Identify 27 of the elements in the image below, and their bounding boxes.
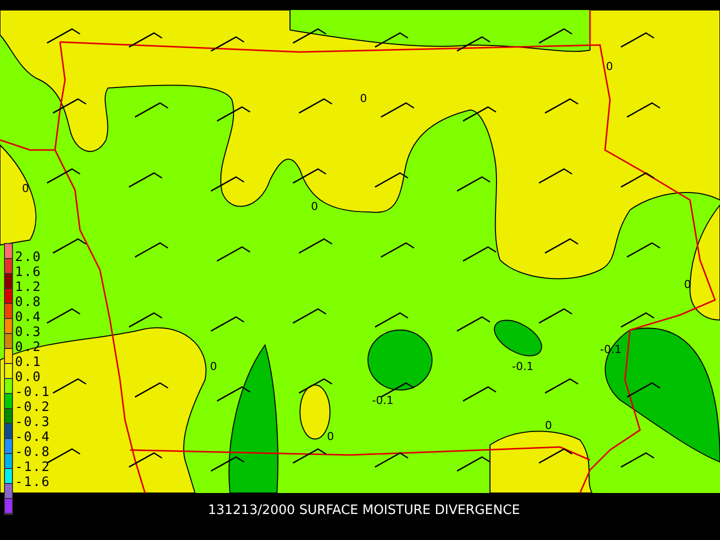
legend-label: -0.2 bbox=[15, 400, 50, 415]
contour-label: 0 bbox=[360, 92, 367, 105]
legend-label: 0.8 bbox=[15, 295, 42, 310]
legend-label: 2.0 bbox=[15, 250, 42, 265]
contour-label: 0 bbox=[22, 182, 29, 195]
legend-label: -0.8 bbox=[15, 445, 50, 460]
legend-label: 0.0 bbox=[15, 370, 42, 385]
contour-label: 0 bbox=[545, 419, 552, 432]
legend-label: -0.3 bbox=[15, 415, 50, 430]
map-caption: 131213/2000 SURFACE MOISTURE DIVERGENCE bbox=[208, 503, 520, 518]
contour-label: 0 bbox=[684, 278, 691, 291]
contour-label: 0 bbox=[210, 360, 217, 373]
legend-label: -0.4 bbox=[15, 430, 50, 445]
contour-label: -0.1 bbox=[600, 343, 622, 356]
contour-label: 0 bbox=[606, 60, 613, 73]
contour-label: -0.1 bbox=[512, 360, 534, 373]
legend-label: 0.1 bbox=[15, 355, 42, 370]
contour-label: 0 bbox=[311, 200, 318, 213]
legend-label: -1.6 bbox=[15, 475, 50, 490]
contour-label: -0.1 bbox=[372, 394, 394, 407]
legend-label: 0.4 bbox=[15, 310, 42, 325]
contour-label: 0 bbox=[327, 430, 334, 443]
legend-label: 1.6 bbox=[15, 265, 42, 280]
legend-label: -0.1 bbox=[15, 385, 50, 400]
legend-label: 0.3 bbox=[15, 325, 42, 340]
legend-label: 1.2 bbox=[15, 280, 42, 295]
legend-label: -1.2 bbox=[15, 460, 50, 475]
